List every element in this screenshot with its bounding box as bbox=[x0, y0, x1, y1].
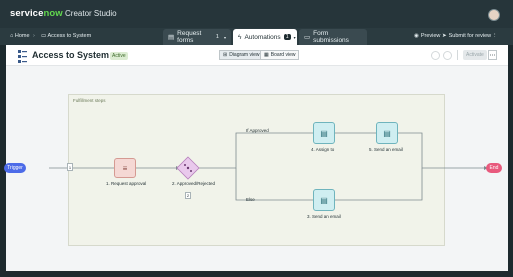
divider bbox=[457, 50, 458, 60]
more-options-icon[interactable]: ⋮ bbox=[492, 33, 498, 39]
step-badge: 1 bbox=[67, 163, 73, 171]
tab-form-submissions[interactable]: ▭ Form submissions bbox=[299, 29, 367, 45]
top-bar: servicenow Creator Studio bbox=[0, 0, 513, 28]
flow-header: Access to System Active ⊞ Diagram view ▦ B… bbox=[6, 45, 508, 66]
avatar[interactable] bbox=[488, 9, 500, 21]
tab-request-forms[interactable]: ▤ Request forms 1 ▾ bbox=[163, 29, 231, 45]
branch-else-label: Else bbox=[246, 197, 255, 202]
send-icon: ➤ bbox=[442, 33, 447, 39]
flow-canvas: Access to System Active ⊞ Diagram view ▦ B… bbox=[4, 45, 508, 271]
diagram-area: Fulfillment steps Trigger 1 ≡ 1. Request… bbox=[4, 66, 508, 271]
send-email-label-bottom: 3. Send an email bbox=[307, 214, 341, 219]
bolt-icon: ϟ bbox=[238, 33, 242, 41]
undo-icon[interactable] bbox=[431, 51, 440, 60]
document-icon: ▤ bbox=[320, 128, 328, 138]
home-icon: ⌂ bbox=[10, 33, 14, 39]
send-email-label-top: 5. Send an email bbox=[369, 147, 403, 152]
diagram-view-button[interactable]: ⊞ Diagram view bbox=[219, 50, 264, 60]
submit-for-review-button[interactable]: ➤ Submit for review bbox=[442, 33, 491, 39]
chevron-down-icon: ▾ bbox=[293, 34, 296, 40]
branch-approved-label: If Approved bbox=[246, 128, 269, 133]
form-icon: ▤ bbox=[168, 34, 175, 41]
activate-button[interactable]: Activate bbox=[463, 50, 487, 60]
decision-badge: 2 bbox=[185, 192, 191, 199]
document-icon: ▤ bbox=[383, 128, 391, 138]
breadcrumb-current[interactable]: ▭ Access to System bbox=[41, 33, 91, 39]
connectors bbox=[49, 131, 488, 202]
board-icon: ▦ bbox=[264, 52, 269, 58]
app-icon: ▭ bbox=[41, 33, 47, 39]
request-approval-label: 1. Request approval bbox=[106, 181, 147, 186]
breadcrumb-home[interactable]: ⌂ Home bbox=[10, 33, 30, 39]
end-node[interactable]: End bbox=[486, 163, 502, 173]
redo-icon[interactable] bbox=[443, 51, 452, 60]
document-icon: ▤ bbox=[320, 195, 328, 205]
send-email-node-top[interactable]: ▤ bbox=[376, 122, 398, 144]
status-badge: Active bbox=[110, 52, 128, 60]
trigger-node[interactable]: Trigger bbox=[4, 163, 26, 173]
eye-icon: ◉ bbox=[414, 33, 419, 39]
assign-to-label: 4. Assign to bbox=[311, 147, 335, 152]
page-title: Access to System bbox=[32, 50, 110, 60]
diagram-icon: ⊞ bbox=[223, 52, 228, 58]
decision-label: 2. Approved/Rejected bbox=[172, 181, 216, 186]
board-view-button[interactable]: ▦ Board view bbox=[260, 50, 300, 60]
more-options-icon[interactable]: ⋯ bbox=[488, 50, 497, 60]
list-icon: ≡ bbox=[122, 163, 128, 173]
assign-to-node[interactable]: ▤ bbox=[313, 122, 335, 144]
breadcrumb-separator: › bbox=[33, 33, 35, 39]
tab-automations[interactable]: ϟ Automations 1 ▾ bbox=[233, 29, 297, 45]
preview-button[interactable]: ◉ Preview bbox=[414, 33, 440, 39]
chevron-down-icon: ▾ bbox=[223, 34, 226, 40]
send-email-node-bottom[interactable]: ▤ bbox=[313, 189, 335, 211]
submissions-icon: ▭ bbox=[304, 34, 311, 41]
app-title: Creator Studio bbox=[65, 9, 117, 18]
request-approval-node[interactable]: ≡ bbox=[114, 158, 136, 178]
servicenow-logo[interactable]: servicenow bbox=[10, 8, 63, 19]
